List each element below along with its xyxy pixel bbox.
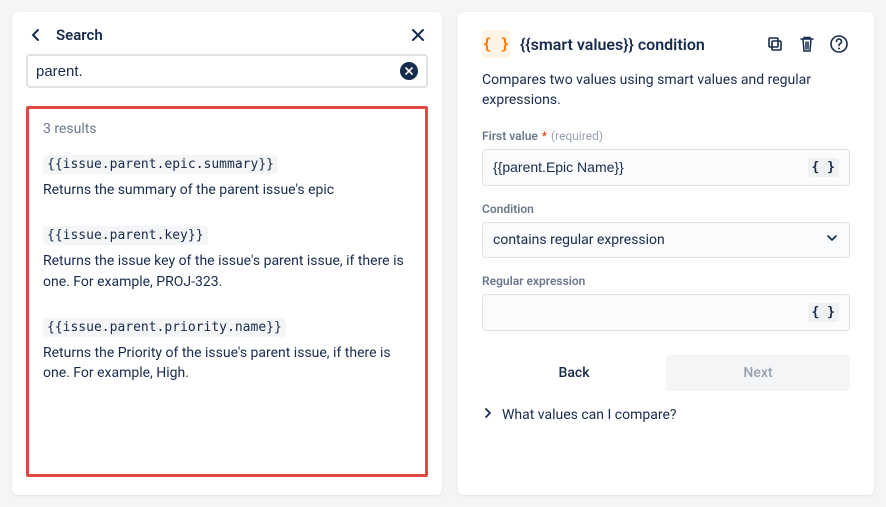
first-value-input[interactable] [493,159,808,175]
help-icon[interactable] [828,33,850,55]
button-row: Back Next [482,355,850,391]
search-input[interactable] [36,63,400,80]
search-panel: Search 3 results {{issue.parent.epic.sum… [12,12,442,495]
result-code: {{issue.parent.epic.summary}} [43,155,278,174]
results-count: 3 results [43,121,411,137]
search-title: Search [56,26,103,44]
result-description: Returns the summary of the parent issue'… [43,180,411,200]
regex-input[interactable] [493,304,808,320]
back-button[interactable]: Back [482,355,666,391]
label-text: First value [482,129,538,143]
condition-title: {{smart values}} condition [520,35,705,54]
condition-header: { } {{smart values}} condition [482,30,850,58]
condition-selected-value: contains regular expression [493,232,665,248]
search-header: Search [26,26,428,54]
condition-actions [764,33,850,55]
condition-label: Condition [482,202,850,216]
result-item[interactable]: {{issue.parent.priority.name}} Returns t… [43,316,411,384]
first-value-input-wrap: { } [482,149,850,186]
condition-select-group: Condition contains regular expression [482,202,850,258]
condition-select[interactable]: contains regular expression [482,222,850,258]
chevron-right-icon [482,407,494,423]
copy-icon[interactable] [764,33,786,55]
result-code: {{issue.parent.key}} [43,226,208,245]
smart-value-picker-icon[interactable]: { } [808,303,839,322]
regex-input-wrap: { } [482,294,850,331]
result-description: Returns the Priority of the issue's pare… [43,343,411,384]
label-text: Regular expression [482,274,585,288]
condition-description: Compares two values using smart values a… [482,70,850,111]
delete-icon[interactable] [796,33,818,55]
compare-help-expand[interactable]: What values can I compare? [482,407,850,423]
next-button[interactable]: Next [666,355,850,391]
results-highlight-box: 3 results {{issue.parent.epic.summary}} … [26,106,428,477]
condition-panel: { } {{smart values}} condition Compares … [458,12,874,495]
regex-label: Regular expression [482,274,850,288]
braces-icon: { } [482,30,510,58]
result-code: {{issue.parent.priority.name}} [43,318,286,337]
back-icon[interactable] [28,27,44,43]
required-text: (required) [551,129,603,143]
result-item[interactable]: {{issue.parent.key}} Returns the issue k… [43,224,411,292]
expand-label: What values can I compare? [502,407,677,423]
result-description: Returns the issue key of the issue's par… [43,251,411,292]
chevron-down-icon [825,231,839,249]
first-value-label: First value * (required) [482,129,850,143]
search-box [26,54,428,88]
regex-group: Regular expression { } [482,274,850,331]
clear-search-icon[interactable] [400,62,418,80]
label-text: Condition [482,202,534,216]
result-item[interactable]: {{issue.parent.epic.summary}} Returns th… [43,153,411,200]
smart-value-picker-icon[interactable]: { } [808,158,839,177]
first-value-group: First value * (required) { } [482,129,850,186]
close-icon[interactable] [410,27,426,43]
required-marker: * [542,129,547,143]
